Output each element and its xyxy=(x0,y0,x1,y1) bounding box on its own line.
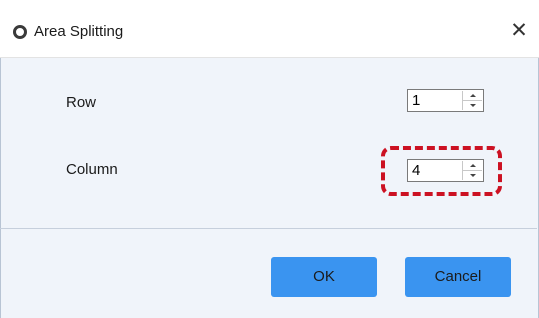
column-decrement-button[interactable] xyxy=(463,171,482,180)
separator xyxy=(0,228,537,229)
column-spinner[interactable] xyxy=(407,159,484,182)
radio-circle-icon xyxy=(13,25,27,39)
row-label: Row xyxy=(66,94,97,111)
title-bar: Area Splitting ✕ xyxy=(0,0,539,58)
row-spin-buttons xyxy=(462,91,482,110)
row-increment-button[interactable] xyxy=(463,91,482,101)
column-increment-button[interactable] xyxy=(463,161,482,171)
area-splitting-dialog: Area Splitting ✕ Row Column OK Cancel xyxy=(0,0,539,318)
row-input[interactable] xyxy=(412,91,457,110)
row-decrement-button[interactable] xyxy=(463,101,482,110)
ok-button[interactable]: OK xyxy=(271,257,377,297)
dialog-title: Area Splitting xyxy=(34,23,124,40)
close-button[interactable]: ✕ xyxy=(499,14,539,48)
column-spin-buttons xyxy=(462,161,482,180)
cancel-button[interactable]: Cancel xyxy=(405,257,511,297)
column-label: Column xyxy=(66,161,118,178)
column-input[interactable] xyxy=(412,161,457,180)
row-spinner[interactable] xyxy=(407,89,484,112)
